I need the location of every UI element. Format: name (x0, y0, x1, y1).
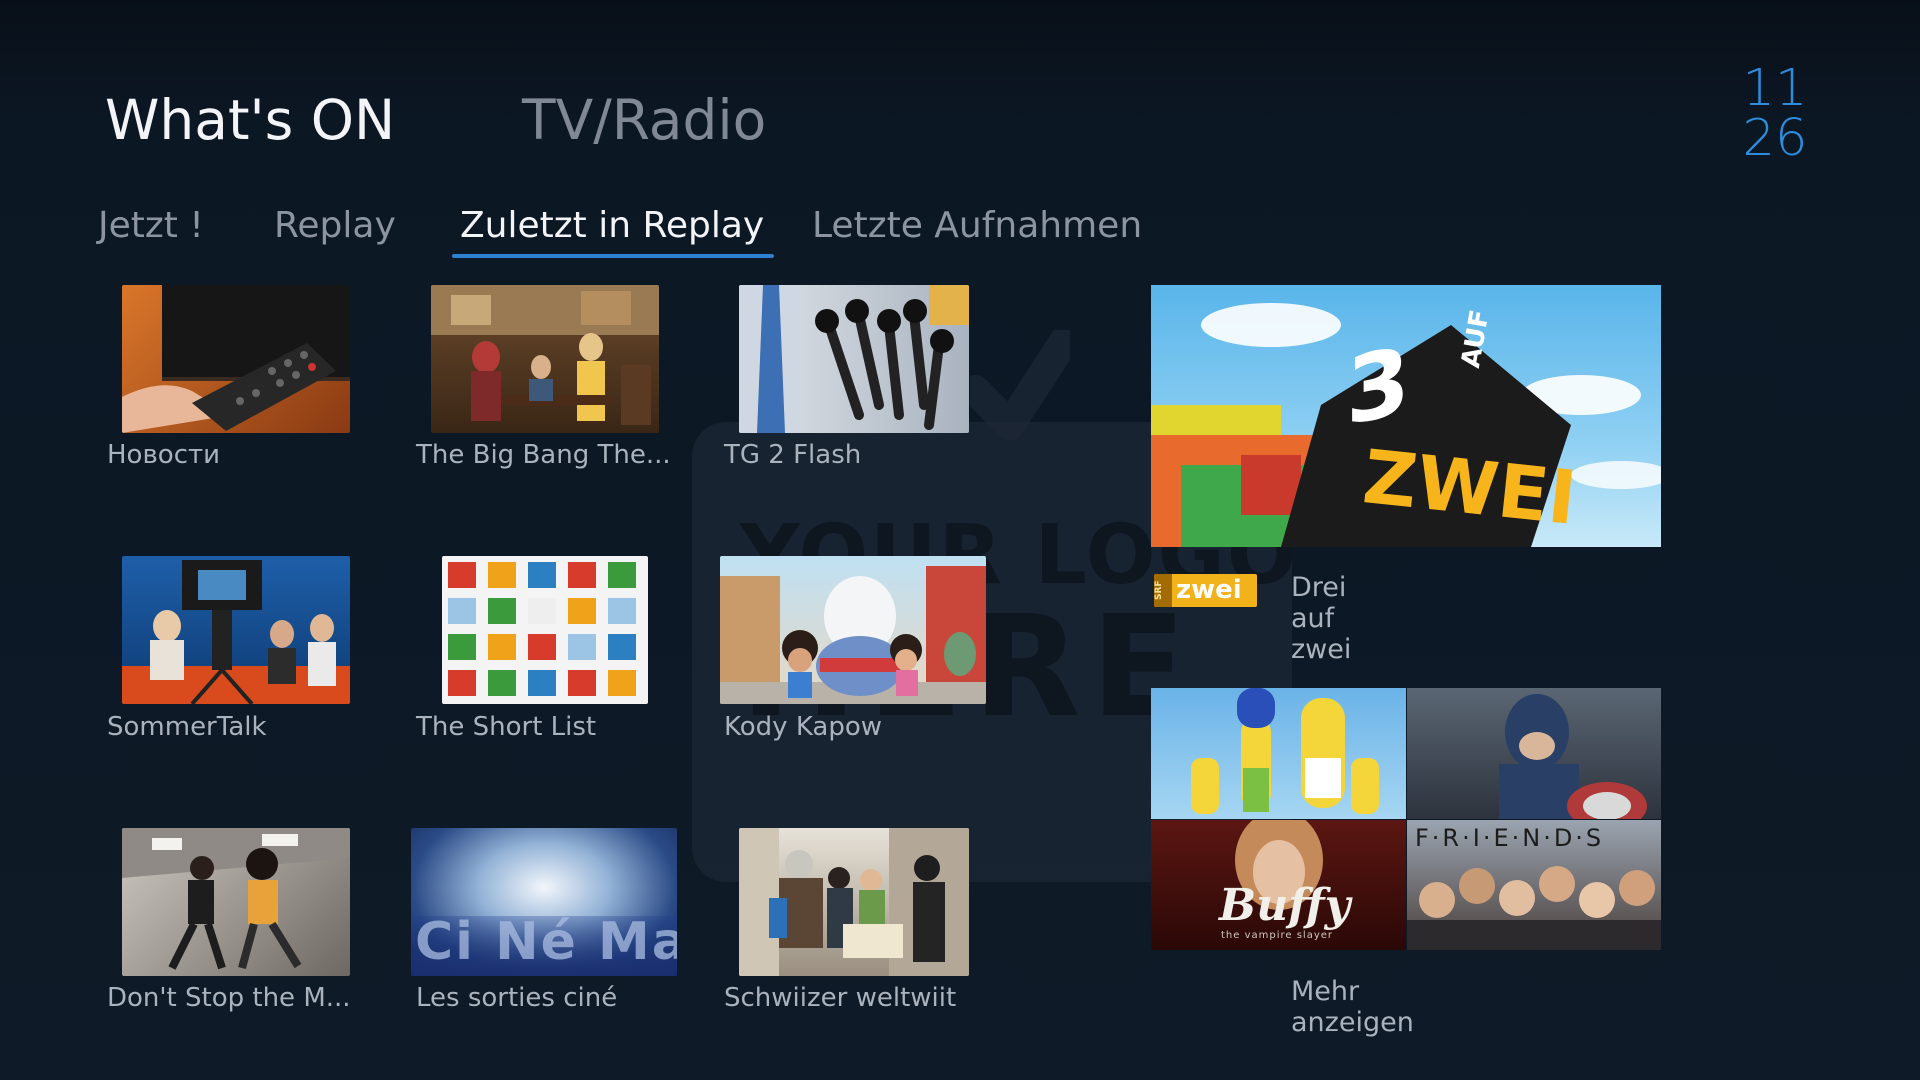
more-mosaic: Buffy the vampire slayer F·R·I·E·N·D·S (1151, 688, 1661, 950)
simpsons-thumbnail (1151, 688, 1406, 819)
tile-title: Kody Kapow (724, 712, 883, 742)
tile-title: TG 2 Flash (724, 440, 862, 470)
subtab-letzte-aufnahmen[interactable]: Letzte Aufnahmen (812, 205, 1142, 246)
thumbnail-talkshow (122, 556, 350, 704)
tile-title: Новости (107, 440, 221, 470)
cinema-title-text: Ci Né Ma (415, 912, 677, 972)
subtab-jetzt[interactable]: Jetzt ! (98, 205, 204, 246)
tab-tv-radio[interactable]: TV/Radio (522, 88, 766, 152)
thumbnail-dance (122, 828, 350, 976)
tab-whats-on[interactable]: What's ON (105, 88, 395, 152)
tile-title: The Big Bang The... (416, 440, 671, 470)
thumbnail-big-bang (431, 285, 659, 433)
street-travellers-image (739, 828, 969, 976)
friends-thumbnail: F·R·I·E·N·D·S (1407, 820, 1661, 950)
clock-hour: 11 (1742, 59, 1808, 118)
tile-title: Don't Stop the M... (107, 983, 351, 1013)
remote-control-image (122, 285, 350, 433)
watermark-check-icon (970, 330, 1070, 440)
thumbnail-press-mics (739, 285, 969, 433)
featured-art-number: 3 (1346, 326, 1411, 447)
buffy-title: Buffy (1219, 880, 1351, 931)
sub-tabs: Jetzt ! Replay Zuletzt in Replay Letzte … (0, 205, 1920, 265)
channel-logo-prefix: SRF (1154, 574, 1172, 607)
featured-thumbnail: 3 AUF ZWEI (1151, 285, 1661, 547)
tile-title: Schwiizer weltwiit (724, 983, 957, 1013)
tile-title: Les sorties ciné (416, 983, 618, 1013)
simpsons-image (1191, 688, 1379, 814)
talkshow-studio-image (122, 560, 350, 704)
sitcom-scene-image (431, 285, 659, 425)
cartoon-characters-image (720, 566, 986, 704)
thumbnail-cinema: Ci Né Ma (411, 828, 677, 976)
captain-america-image (1499, 694, 1647, 830)
tile-title: The Short List (416, 712, 597, 742)
clock-minute: 26 (1742, 109, 1808, 168)
dancers-image (122, 828, 350, 970)
subtab-replay[interactable]: Replay (274, 205, 396, 246)
thumbnail-remote-control (122, 285, 350, 433)
tile-title: SommerTalk (107, 712, 267, 742)
friends-title: F·R·I·E·N·D·S (1415, 824, 1605, 852)
featured-title: Drei auf zwei (1291, 572, 1352, 665)
sports-pictograms-image (448, 562, 636, 696)
thumbnail-kody-kapow (720, 556, 986, 704)
captain-america-thumbnail (1407, 688, 1661, 830)
tv-guide-screen: What's ON TV/Radio 11 26 Jetzt ! Replay … (0, 0, 1920, 1080)
buffy-thumbnail: Buffy the vampire slayer (1151, 810, 1406, 950)
subtab-zuletzt-in-replay[interactable]: Zuletzt in Replay (451, 205, 775, 258)
thumbnail-street (739, 828, 969, 976)
more-label: Mehr anzeigen (1291, 976, 1414, 1038)
clock: 11 26 (1740, 59, 1810, 168)
srf-zwei-channel-logo: SRF zwei (1154, 574, 1257, 607)
channel-logo-name: zwei (1176, 575, 1242, 605)
microphones-image (739, 285, 969, 433)
buffy-subtitle: the vampire slayer (1221, 930, 1334, 941)
thumbnail-sports-icons (442, 556, 648, 704)
